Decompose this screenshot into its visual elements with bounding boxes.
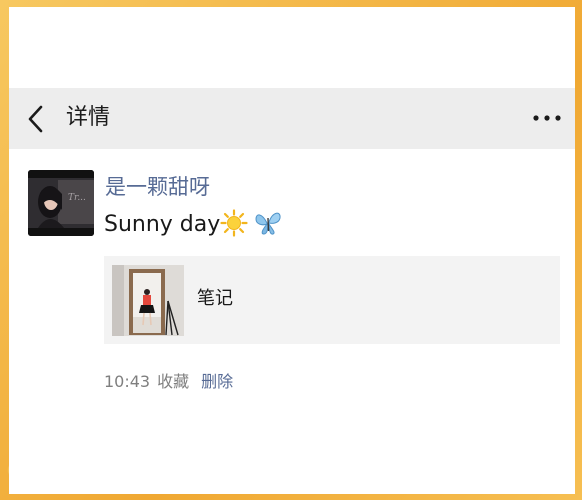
note-card-title: 笔记 xyxy=(197,288,233,309)
post-text: Sunny day xyxy=(104,209,282,240)
sun-icon xyxy=(220,209,248,237)
note-thumbnail xyxy=(112,265,184,336)
avatar-image: Tr... xyxy=(28,170,94,236)
favorite-label: 收藏 xyxy=(157,372,190,391)
svg-text:Tr...: Tr... xyxy=(68,193,86,203)
delete-link[interactable]: 删除 xyxy=(201,372,233,391)
note-thumbnail-image xyxy=(112,265,184,336)
navigation-bar: 详情 xyxy=(9,88,575,149)
detail-screen: 详情 Tr... 是一颗甜呀 Sunny day 笔记 10:43 收藏 删除 xyxy=(9,7,575,494)
page-title: 详情 xyxy=(66,105,111,130)
post-text-content: Sunny day xyxy=(104,212,221,237)
more-options-icon[interactable] xyxy=(531,110,563,126)
note-card[interactable]: 笔记 xyxy=(104,256,560,344)
avatar[interactable]: Tr... xyxy=(28,170,94,236)
back-arrow-icon[interactable] xyxy=(24,105,48,133)
username-link[interactable]: 是一颗甜呀 xyxy=(105,172,210,202)
butterfly-icon xyxy=(255,212,281,235)
moment-post: Tr... 是一颗甜呀 Sunny day 笔记 10:43 收藏 删除 xyxy=(9,149,575,494)
post-time: 10:43 xyxy=(104,372,151,391)
post-meta: 10:43 收藏 删除 xyxy=(104,371,233,393)
